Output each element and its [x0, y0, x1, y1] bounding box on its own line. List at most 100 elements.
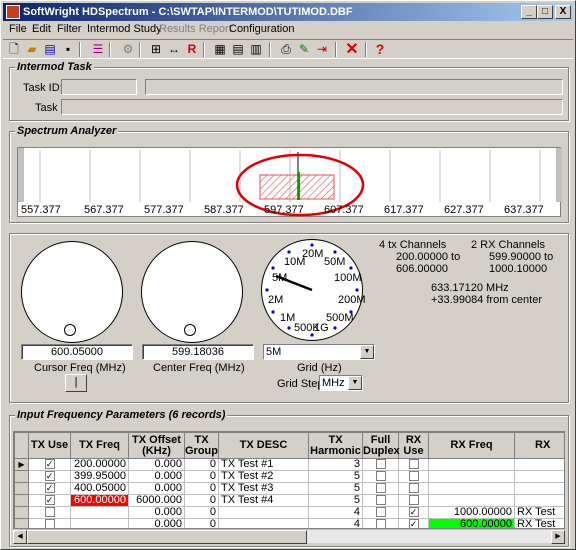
center-button[interactable]: |: [65, 374, 87, 392]
tx-desc-cell[interactable]: [218, 506, 309, 519]
span-icon[interactable]: ↔: [165, 41, 183, 58]
frequency-table[interactable]: TX Use TX Freq TX Offset (KHz) TX Group …: [13, 431, 565, 529]
header-tx-use[interactable]: TX Use: [28, 432, 71, 459]
rx-use-checkbox[interactable]: [398, 458, 429, 471]
header-tx-offset[interactable]: TX Offset (KHz): [128, 432, 185, 459]
export-icon[interactable]: ⇥: [313, 41, 331, 58]
scroll-right-icon[interactable]: ▶: [551, 530, 565, 544]
tx-group-cell[interactable]: 0: [184, 470, 219, 483]
checkbox[interactable]: [375, 471, 386, 482]
rx-use-checkbox[interactable]: ✓: [398, 518, 429, 528]
table-row[interactable]: ✓ 600.00000 6000.000 0 TX Test #4 5: [14, 494, 564, 507]
checkbox[interactable]: [44, 519, 55, 528]
checkbox[interactable]: [375, 459, 386, 470]
report3-icon[interactable]: ▥: [247, 41, 265, 58]
scrollbar-thumb[interactable]: [27, 530, 307, 544]
spectrum-display[interactable]: 557.377 567.377 577.377 587.377 597.377 …: [17, 147, 562, 217]
tx-use-checkbox[interactable]: ✓: [28, 458, 71, 471]
tx-harmonic-cell[interactable]: 5: [308, 482, 363, 495]
grid-select[interactable]: 5M ▼: [263, 344, 375, 360]
header-rx-desc[interactable]: RX: [514, 432, 564, 459]
rx-use-checkbox[interactable]: ✓: [398, 506, 429, 519]
table-row[interactable]: ✓ 399.95000 0.000 0 TX Test #2 5: [14, 470, 564, 483]
checkbox[interactable]: [375, 483, 386, 494]
tx-use-checkbox[interactable]: ✓: [28, 470, 71, 483]
delete-icon[interactable]: ✕: [343, 41, 361, 58]
tx-freq-cell[interactable]: [70, 518, 129, 528]
rx-desc-cell[interactable]: [514, 470, 564, 483]
r-icon[interactable]: R: [183, 41, 201, 58]
full-duplex-checkbox[interactable]: [362, 506, 399, 519]
rx-freq-cell[interactable]: 1000.00000: [428, 506, 515, 519]
tx-offset-cell[interactable]: 6000.000: [128, 494, 185, 507]
tx-freq-cell[interactable]: [70, 506, 129, 519]
help-icon[interactable]: ?: [371, 41, 389, 58]
header-tx-harmonic[interactable]: TX Harmonic: [308, 432, 363, 459]
cursor-freq-dial[interactable]: [21, 241, 123, 343]
checkbox[interactable]: [408, 483, 419, 494]
full-duplex-checkbox[interactable]: [362, 518, 399, 528]
checkbox[interactable]: ✓: [44, 471, 55, 482]
chevron-down-icon[interactable]: ▼: [360, 345, 374, 359]
tx-group-cell[interactable]: 0: [184, 482, 219, 495]
horizontal-scrollbar[interactable]: ◀ ▶: [13, 529, 565, 544]
grid-step-select[interactable]: MHz ▼: [319, 375, 363, 391]
header-rx-use[interactable]: RX Use: [398, 432, 429, 459]
rx-desc-cell[interactable]: RX Test: [514, 518, 564, 528]
rx-use-checkbox[interactable]: [398, 470, 429, 483]
header-rx-freq[interactable]: RX Freq: [428, 432, 515, 459]
center-freq-dial[interactable]: [141, 241, 243, 343]
print-icon[interactable]: ⎙: [277, 41, 295, 58]
tx-use-checkbox[interactable]: ✓: [28, 494, 71, 507]
full-duplex-checkbox[interactable]: [362, 494, 399, 507]
tx-group-cell[interactable]: 0: [184, 506, 219, 519]
open-db-icon[interactable]: ▤: [41, 41, 59, 58]
checkbox[interactable]: [408, 459, 419, 470]
tx-desc-cell[interactable]: TX Test #1: [218, 458, 309, 471]
menu-filter[interactable]: Filter: [57, 23, 81, 35]
table-row[interactable]: ✓ 400.05000 0.000 0 TX Test #3 5: [14, 482, 564, 495]
menu-results-report[interactable]: Results Report: [159, 23, 232, 35]
tx-freq-cell[interactable]: 400.05000: [70, 482, 129, 495]
menu-file[interactable]: File: [9, 23, 27, 35]
menu-intermod-study[interactable]: Intermod Study: [87, 23, 162, 35]
header-tx-desc[interactable]: TX DESC: [218, 432, 309, 459]
rx-freq-cell[interactable]: [428, 458, 515, 471]
edit-icon[interactable]: ✎: [295, 41, 313, 58]
rx-freq-cell[interactable]: 600.00000: [428, 518, 515, 528]
table-row[interactable]: 0.000 0 4 ✓ 600.00000 RX Test: [14, 518, 564, 528]
tx-harmonic-cell[interactable]: 5: [308, 494, 363, 507]
tx-freq-cell[interactable]: 600.00000: [70, 494, 129, 507]
tx-use-checkbox[interactable]: [28, 506, 71, 519]
tx-desc-cell[interactable]: TX Test #3: [218, 482, 309, 495]
checkbox[interactable]: ✓: [408, 519, 419, 528]
report-icon[interactable]: ▦: [211, 41, 229, 58]
tx-offset-cell[interactable]: 0.000: [128, 458, 185, 471]
table-row[interactable]: ▶ ✓ 200.00000 0.000 0 TX Test #1 3: [14, 458, 564, 471]
tx-offset-cell[interactable]: 0.000: [128, 482, 185, 495]
tx-offset-cell[interactable]: 0.000: [128, 506, 185, 519]
checkbox[interactable]: ✓: [44, 459, 55, 470]
tx-group-cell[interactable]: 0: [184, 518, 219, 528]
tx-group-cell[interactable]: 0: [184, 494, 219, 507]
tx-freq-cell[interactable]: 399.95000: [70, 470, 129, 483]
checkbox[interactable]: [44, 507, 55, 518]
scroll-left-icon[interactable]: ◀: [13, 530, 27, 544]
table-row[interactable]: 0.000 0 4 ✓ 1000.00000 RX Test: [14, 506, 564, 519]
tx-harmonic-cell[interactable]: 4: [308, 506, 363, 519]
rx-desc-cell[interactable]: RX Test: [514, 506, 564, 519]
task-field[interactable]: [61, 99, 563, 115]
checkbox[interactable]: [375, 519, 386, 528]
open-folder-icon[interactable]: ▰: [23, 41, 41, 58]
full-duplex-checkbox[interactable]: [362, 482, 399, 495]
report2-icon[interactable]: ▤: [229, 41, 247, 58]
tx-harmonic-cell[interactable]: 3: [308, 458, 363, 471]
tx-group-cell[interactable]: 0: [184, 458, 219, 471]
cursor-freq-field[interactable]: 600.05000: [21, 344, 133, 360]
new-doc-icon[interactable]: 🗋: [5, 41, 23, 58]
rx-freq-cell[interactable]: [428, 494, 515, 507]
list-icon[interactable]: ☰: [89, 41, 107, 58]
checkbox[interactable]: ✓: [44, 495, 55, 506]
tx-use-checkbox[interactable]: ✓: [28, 482, 71, 495]
tx-use-checkbox[interactable]: [28, 518, 71, 528]
